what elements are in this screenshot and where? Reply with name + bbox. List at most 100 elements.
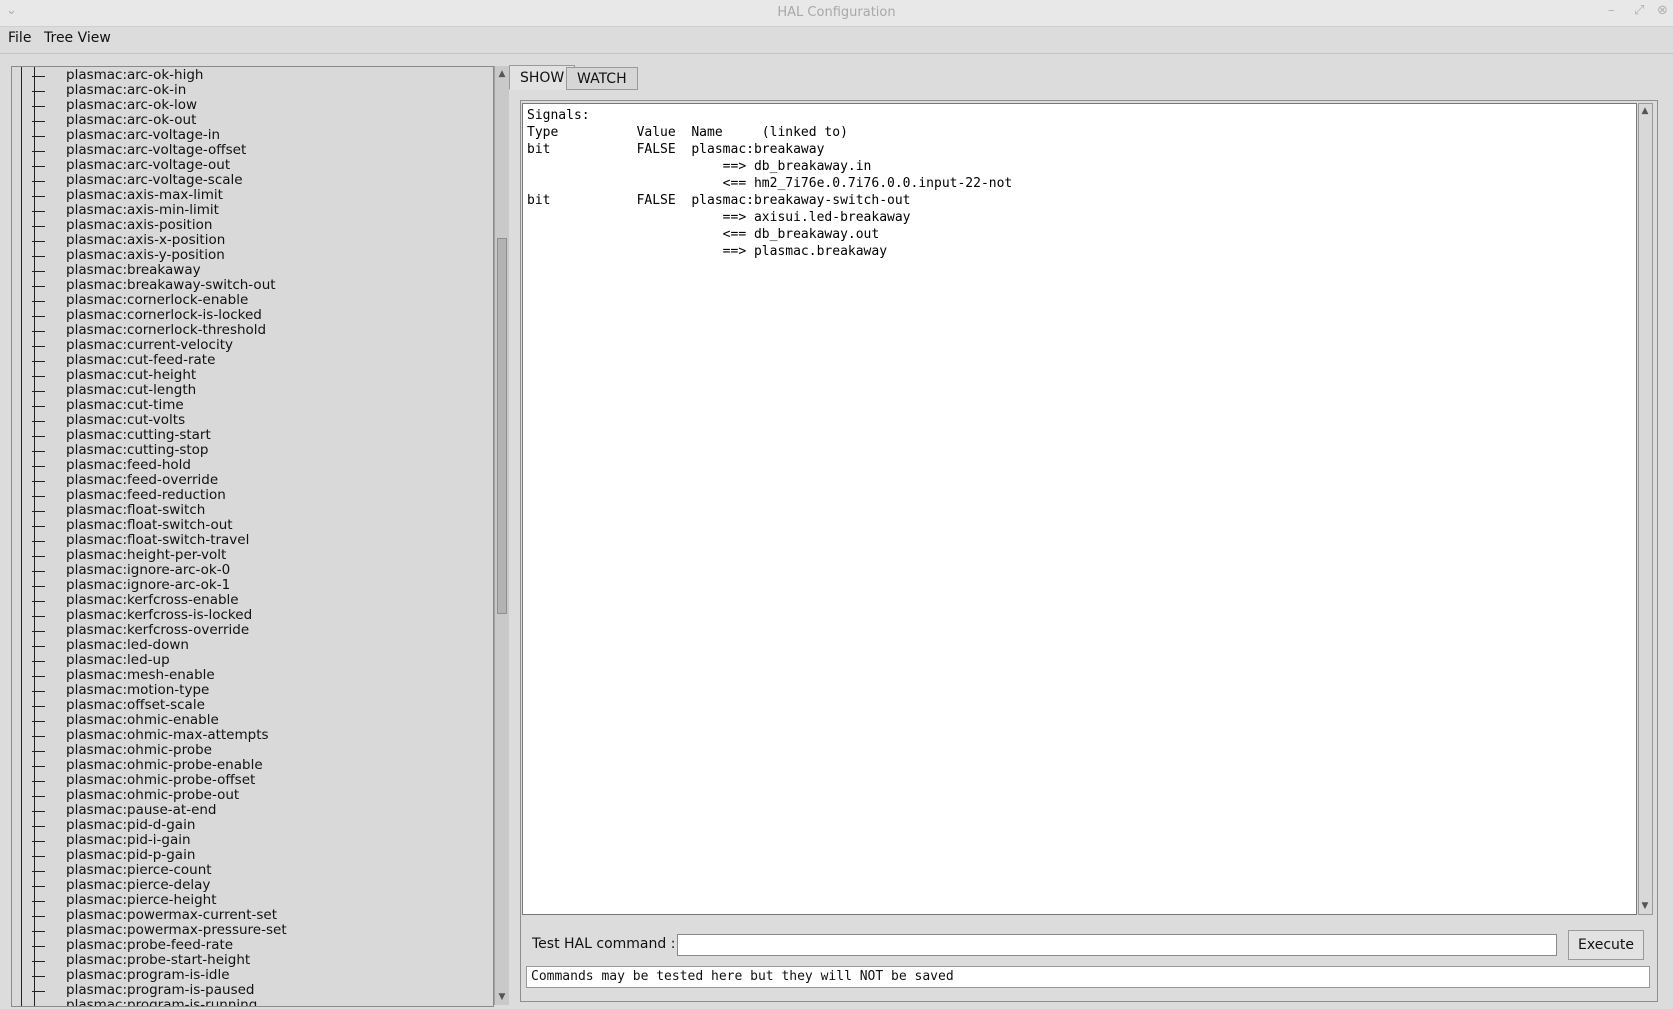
execute-button[interactable]: Execute <box>1568 930 1644 960</box>
tree-branch-line <box>32 676 45 677</box>
tree-item-label: plasmac:arc-ok-high <box>66 67 204 83</box>
tree-item-label: plasmac:float-switch-out <box>66 517 233 533</box>
minimize-icon[interactable]: – <box>1608 3 1615 18</box>
tree-item-label: plasmac:breakaway-switch-out <box>66 277 276 293</box>
tree-branch-line <box>32 136 45 137</box>
tree-item-label: plasmac:pid-i-gain <box>66 832 191 848</box>
tree-branch-line <box>32 556 45 557</box>
menu-tree-view[interactable]: Tree View <box>44 30 111 46</box>
tree-branch-line <box>32 811 45 812</box>
tree-branch-line <box>32 406 45 407</box>
tree-item-label: plasmac:feed-override <box>66 472 219 488</box>
tree-item-label: plasmac:cutting-start <box>66 427 211 443</box>
tree-branch-line <box>32 121 45 122</box>
menu-bar: File Tree View <box>0 27 1673 54</box>
tree-branch-line <box>32 646 45 647</box>
tree-branch-line <box>32 331 45 332</box>
tree-item-label: plasmac:arc-voltage-scale <box>66 172 243 188</box>
tree-item[interactable]: plasmac:program-is-running <box>12 997 493 1007</box>
tree-branch-line <box>32 721 45 722</box>
tree-branch-line <box>32 496 45 497</box>
tree-item-label: plasmac:cut-time <box>66 397 184 413</box>
title-bar: ⌄ HAL Configuration – ⤢ ⊗ <box>0 0 1673 27</box>
output-line: Type Value Name (linked to) <box>527 125 848 140</box>
output-line: Signals: <box>527 108 590 123</box>
tree-scrollbar[interactable]: ▲ ▼ <box>494 66 509 1005</box>
tree-branch-line <box>32 466 45 467</box>
tree-item-label: plasmac:arc-ok-out <box>66 112 197 128</box>
tree-list: plasmac:arc-ok-high plasmac:arc-ok-in plas… <box>12 67 493 1007</box>
tree-branch-line <box>32 226 45 227</box>
maximize-icon[interactable]: ⤢ <box>1634 3 1644 18</box>
tree-item-label: plasmac:cornerlock-is-locked <box>66 307 262 323</box>
tree-item-label: plasmac:ohmic-probe-enable <box>66 757 263 773</box>
tree-branch-line <box>32 271 45 272</box>
tree-branch-line <box>32 826 45 827</box>
tree-item-label: plasmac:program-is-idle <box>66 967 230 983</box>
tree-branch-line <box>32 76 45 77</box>
tab-watch[interactable]: WATCH <box>566 67 638 90</box>
tree-branch-line <box>32 451 45 452</box>
tree-branch-line <box>32 706 45 707</box>
tree-item-label: plasmac:kerfcross-enable <box>66 592 239 608</box>
tree-item-label: plasmac:ohmic-probe <box>66 742 212 758</box>
tree-item-label: plasmac:kerfcross-is-locked <box>66 607 253 623</box>
tree-branch-line <box>32 106 45 107</box>
tree-item-label: plasmac:ohmic-enable <box>66 712 219 728</box>
tree-branch-line <box>32 211 45 212</box>
tree-item-label: plasmac:program-is-paused <box>66 982 255 998</box>
tree-item-label: plasmac:float-switch-travel <box>66 532 250 548</box>
tree-item-label: plasmac:ignore-arc-ok-1 <box>66 577 231 593</box>
output-scroll-up-icon[interactable]: ▲ <box>1639 105 1651 117</box>
tree-item-label: plasmac:axis-x-position <box>66 232 226 248</box>
tree-item-label: plasmac:arc-voltage-out <box>66 157 231 173</box>
tree-item-label: plasmac:pierce-height <box>66 892 217 908</box>
hal-tree-panel[interactable]: plasmac:arc-ok-high plasmac:arc-ok-in plas… <box>11 66 494 1007</box>
show-output-text[interactable]: Signals: Type Value Name (linked to) bit F… <box>522 103 1637 915</box>
output-scrollbar[interactable]: ▲ ▼ <box>1638 103 1653 915</box>
scroll-down-arrow-icon[interactable]: ▼ <box>496 991 508 1003</box>
tree-branch-line <box>32 781 45 782</box>
tree-branch-line <box>32 691 45 692</box>
tree-branch-line <box>32 931 45 932</box>
output-line: bit FALSE plasmac:breakaway-switch-out <box>527 193 911 208</box>
tree-item-label: plasmac:cutting-stop <box>66 442 209 458</box>
tree-branch-line <box>32 391 45 392</box>
tree-branch-line <box>32 736 45 737</box>
tree-item-label: plasmac:ignore-arc-ok-0 <box>66 562 231 578</box>
tree-branch-line <box>32 856 45 857</box>
tree-item-label: plasmac:kerfcross-override <box>66 622 250 638</box>
tree-item-label: plasmac:arc-voltage-offset <box>66 142 247 158</box>
tree-item-label: plasmac:pierce-count <box>66 862 212 878</box>
tree-item-label: plasmac:powermax-pressure-set <box>66 922 287 938</box>
output-scroll-down-icon[interactable]: ▼ <box>1639 900 1651 912</box>
tree-item-label: plasmac:ohmic-probe-offset <box>66 772 256 788</box>
tree-branch-line <box>32 196 45 197</box>
tree-branch-line <box>32 361 45 362</box>
tree-item-label: plasmac:cornerlock-threshold <box>66 322 267 338</box>
tree-scrollbar-thumb[interactable] <box>497 238 507 614</box>
output-line: <== hm2_7i76e.0.7i76.0.0.input-22-not <box>527 176 1013 191</box>
tree-branch-line <box>32 526 45 527</box>
tree-item-label: plasmac:axis-min-limit <box>66 202 219 218</box>
tree-branch-line <box>32 541 45 542</box>
close-icon[interactable]: ⊗ <box>1657 3 1668 18</box>
tree-item-label: plasmac:mesh-enable <box>66 667 215 683</box>
tree-item-label: plasmac:float-switch <box>66 502 206 518</box>
tree-item-label: plasmac:axis-y-position <box>66 247 225 263</box>
tree-branch-line <box>32 91 45 92</box>
tree-branch-line <box>32 751 45 752</box>
tree-item-label: plasmac:pierce-delay <box>66 877 211 893</box>
tree-item-label: plasmac:ohmic-max-attempts <box>66 727 269 743</box>
tree-item-label: plasmac:pid-p-gain <box>66 847 196 863</box>
tree-branch-line <box>32 241 45 242</box>
tree-branch-line <box>32 796 45 797</box>
tree-item-label: plasmac:led-down <box>66 637 189 653</box>
tree-item-label: plasmac:program-is-running <box>66 997 258 1007</box>
command-input[interactable] <box>677 934 1557 956</box>
tree-branch-line <box>32 886 45 887</box>
command-area: Test HAL command : Execute Commands may … <box>522 924 1650 1002</box>
scroll-up-arrow-icon[interactable]: ▲ <box>496 68 508 80</box>
tree-branch-line <box>32 256 45 257</box>
menu-file[interactable]: File <box>8 30 31 46</box>
